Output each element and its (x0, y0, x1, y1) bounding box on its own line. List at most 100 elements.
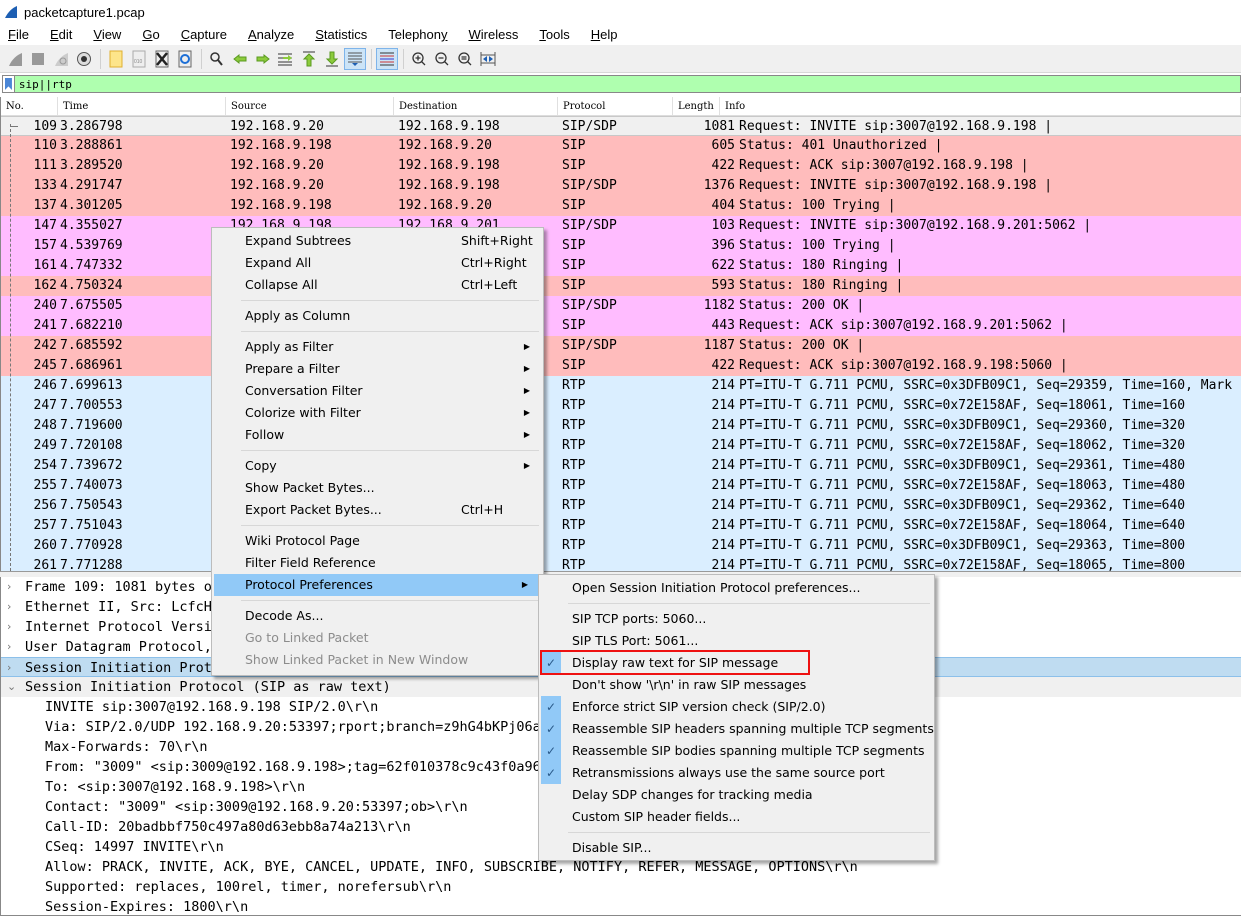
column-header-source[interactable]: Source (226, 97, 394, 115)
packet-row[interactable]: 157 4.539769 SIP 396 Status: 100 Trying | (1, 236, 1241, 256)
pref-item-disable-sip[interactable]: Disable SIP... (539, 837, 934, 859)
chevron-right-icon[interactable]: › (7, 637, 25, 657)
context-menu-item-decode-as[interactable]: Decode As... (212, 605, 543, 627)
go-last-button[interactable] (321, 48, 343, 70)
stop-capture-button[interactable] (27, 48, 49, 70)
column-header-destination[interactable]: Destination (394, 97, 558, 115)
packet-row[interactable]: 254 7.739672 RTP 214 PT=ITU-T G.711 PCMU, SS… (1, 456, 1241, 476)
menu-tools[interactable]: Tools (535, 27, 569, 42)
display-filter-input[interactable] (14, 77, 1240, 91)
packet-row[interactable]: 242 7.685592 SIP/SDP 1187 Status: 200 OK | (1, 336, 1241, 356)
menu-edit[interactable]: Edit (46, 27, 72, 42)
resize-columns-button[interactable] (477, 48, 499, 70)
capture-options-button[interactable] (73, 48, 95, 70)
packet-row[interactable]: 257 7.751043 RTP 214 PT=ITU-T G.711 PCMU, SS… (1, 516, 1241, 536)
packet-row[interactable]: 247 7.700553 RTP 214 PT=ITU-T G.711 PCMU, SS… (1, 396, 1241, 416)
packet-row[interactable]: 110 3.288861 192.168.9.198 192.168.9.20 SIP 6… (1, 136, 1241, 156)
context-menu-item-expand-subtrees[interactable]: Expand Subtrees Shift+Right (212, 230, 543, 252)
menu-wireless[interactable]: Wireless (465, 27, 519, 42)
pref-item-reassemble-sip-headers-spanning-multiple-tcp-segments[interactable]: ✓ Reassemble SIP headers spanning multipl… (539, 718, 934, 740)
go-back-button[interactable] (229, 48, 251, 70)
open-file-button[interactable] (105, 48, 127, 70)
colorize-button[interactable] (376, 47, 398, 70)
context-menu-item-follow[interactable]: Follow ▶ (212, 424, 543, 446)
context-menu-item-collapse-all[interactable]: Collapse All Ctrl+Left (212, 274, 543, 296)
packet-row[interactable]: 137 4.301205 192.168.9.198 192.168.9.20 SIP 4… (1, 196, 1241, 216)
packet-row[interactable]: 260 7.770928 RTP 214 PT=ITU-T G.711 PCMU, SS… (1, 536, 1241, 556)
packet-row[interactable]: 162 4.750324 SIP 593 Status: 180 Ringing | (1, 276, 1241, 296)
auto-scroll-button[interactable] (344, 47, 366, 70)
go-forward-button[interactable] (252, 48, 274, 70)
chevron-right-icon[interactable]: › (7, 577, 25, 597)
pref-item-custom-sip-header-fields[interactable]: Custom SIP header fields... (539, 806, 934, 828)
filter-bookmark-button[interactable] (3, 76, 15, 92)
go-first-button[interactable] (298, 48, 320, 70)
pref-item-display-raw-text-for-sip-message[interactable]: ✓ Display raw text for SIP message (539, 652, 934, 674)
context-menu-item-wiki-protocol-page[interactable]: Wiki Protocol Page (212, 530, 543, 552)
zoom-out-button[interactable] (431, 48, 453, 70)
pref-item-sip-tls-port-5061[interactable]: SIP TLS Port: 5061... (539, 630, 934, 652)
packet-row[interactable]: 255 7.740073 RTP 214 PT=ITU-T G.711 PCMU, SS… (1, 476, 1241, 496)
pref-item-retransmissions-always-use-the-same-source-port[interactable]: ✓ Retransmissions always use the same sou… (539, 762, 934, 784)
context-menu-item-prepare-a-filter[interactable]: Prepare a Filter ▶ (212, 358, 543, 380)
chevron-right-icon[interactable]: › (7, 597, 25, 617)
menu-help[interactable]: Help (587, 27, 618, 42)
sip-raw-line[interactable]: Session-Expires: 1800\r\n (1, 897, 1241, 916)
sip-raw-line[interactable]: Supported: replaces, 100rel, timer, nore… (1, 877, 1241, 897)
go-to-packet-button[interactable] (275, 48, 297, 70)
context-menu-item-colorize-with-filter[interactable]: Colorize with Filter ▶ (212, 402, 543, 424)
save-file-button[interactable]: 010 (128, 48, 150, 70)
packet-row[interactable]: 248 7.719600 RTP 214 PT=ITU-T G.711 PCMU, SS… (1, 416, 1241, 436)
context-menu-item-protocol-preferences[interactable]: Protocol Preferences ▶ (214, 574, 541, 596)
packet-row[interactable]: 241 7.682210 SIP 443 Request: ACK sip:3007@1… (1, 316, 1241, 336)
pref-item-open-session-initiation-protocol-preferences[interactable]: Open Session Initiation Protocol prefere… (539, 577, 934, 599)
column-header-info[interactable]: Info (720, 97, 1241, 115)
menu-file[interactable]: File (4, 27, 29, 42)
packet-row[interactable]: 240 7.675505 SIP/SDP 1182 Status: 200 OK | (1, 296, 1241, 316)
start-capture-button[interactable] (4, 48, 26, 70)
menu-analyze[interactable]: Analyze (244, 27, 294, 42)
context-menu-item-apply-as-filter[interactable]: Apply as Filter ▶ (212, 336, 543, 358)
context-menu-item-filter-field-reference[interactable]: Filter Field Reference (212, 552, 543, 574)
pref-item-sip-tcp-ports-5060[interactable]: SIP TCP ports: 5060... (539, 608, 934, 630)
packet-row[interactable]: 249 7.720108 RTP 214 PT=ITU-T G.711 PCMU, SS… (1, 436, 1241, 456)
column-header-protocol[interactable]: Protocol (558, 97, 673, 115)
column-header-no[interactable]: No. (1, 97, 58, 115)
context-menu-item-export-packet-bytes[interactable]: Export Packet Bytes... Ctrl+H (212, 499, 543, 521)
packet-row[interactable]: 147 4.355027 192.168.9.198 192.168.9.201 SIP… (1, 216, 1241, 236)
context-menu-item-show-packet-bytes[interactable]: Show Packet Bytes... (212, 477, 543, 499)
chevron-right-icon[interactable]: › (7, 617, 25, 637)
menu-telephony[interactable]: Telephony (384, 27, 447, 42)
context-menu-item-conversation-filter[interactable]: Conversation Filter ▶ (212, 380, 543, 402)
packet-row[interactable]: 261 7.771288 RTP 214 PT=ITU-T G.711 PCMU, SS… (1, 556, 1241, 571)
normal-size-button[interactable] (454, 48, 476, 70)
menu-go[interactable]: Go (138, 27, 159, 42)
pref-item-reassemble-sip-bodies-spanning-multiple-tcp-segments[interactable]: ✓ Reassemble SIP bodies spanning multiple… (539, 740, 934, 762)
menu-view[interactable]: View (89, 27, 121, 42)
packet-row[interactable]: 256 7.750543 RTP 214 PT=ITU-T G.711 PCMU, SS… (1, 496, 1241, 516)
pref-item-delay-sdp-changes-for-tracking-media[interactable]: Delay SDP changes for tracking media (539, 784, 934, 806)
close-file-button[interactable] (151, 48, 173, 70)
reload-file-button[interactable] (174, 48, 196, 70)
restart-capture-button[interactable] (50, 48, 72, 70)
packet-length: 422 (711, 358, 735, 373)
packet-row[interactable]: 246 7.699613 RTP 214 PT=ITU-T G.711 PCMU, SS… (1, 376, 1241, 396)
chevron-right-icon[interactable]: › (7, 658, 25, 676)
find-packet-button[interactable] (206, 48, 228, 70)
menu-capture[interactable]: Capture (177, 27, 227, 42)
packet-row[interactable]: 109 3.286798 192.168.9.20 192.168.9.198 SIP/… (1, 116, 1241, 136)
zoom-in-button[interactable] (408, 48, 430, 70)
pref-item-don-t-show-r-n-in-raw-sip-messages[interactable]: Don't show '\r\n' in raw SIP messages (539, 674, 934, 696)
packet-row[interactable]: 111 3.289520 192.168.9.20 192.168.9.198 SIP 4… (1, 156, 1241, 176)
menu-statistics[interactable]: Statistics (311, 27, 367, 42)
context-menu-item-expand-all[interactable]: Expand All Ctrl+Right (212, 252, 543, 274)
column-header-length[interactable]: Length (673, 97, 720, 115)
packet-row[interactable]: 161 4.747332 SIP 622 Status: 180 Ringing | (1, 256, 1241, 276)
column-header-time[interactable]: Time (58, 97, 226, 115)
context-menu-item-copy[interactable]: Copy ▶ (212, 455, 543, 477)
context-menu-item-apply-as-column[interactable]: Apply as Column (212, 305, 543, 327)
chevron-down-icon[interactable]: ⌄ (7, 677, 25, 697)
packet-row[interactable]: 133 4.291747 192.168.9.20 192.168.9.198 SIP/… (1, 176, 1241, 196)
pref-item-enforce-strict-sip-version-check-sip-2-0[interactable]: ✓ Enforce strict SIP version check (SIP/2… (539, 696, 934, 718)
packet-row[interactable]: 245 7.686961 SIP 422 Request: ACK sip:3007@1… (1, 356, 1241, 376)
